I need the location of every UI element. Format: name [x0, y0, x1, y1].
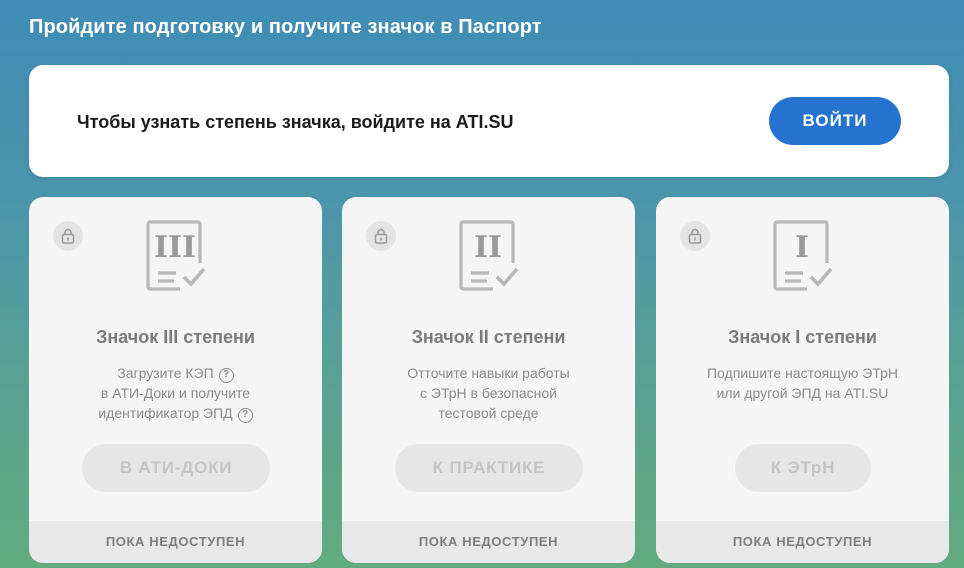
lock-icon: [680, 221, 710, 251]
badge-roman-numeral: II: [473, 230, 503, 265]
badge-description: Отточите навыки работы с ЭТрН в безопасн…: [407, 365, 570, 421]
badge-title: Значок I степени: [728, 327, 877, 347]
help-icon[interactable]: ?: [218, 368, 234, 383]
help-icon[interactable]: ?: [237, 408, 253, 423]
badge-description: Подпишите настоящую ЭТрН или другой ЭПД …: [706, 365, 899, 401]
lock-icon: [53, 221, 83, 251]
status-bar: ПОКА НЕДОСТУПЕН: [29, 521, 322, 563]
login-prompt: Чтобы узнать степень значка, войдите на …: [77, 112, 514, 132]
ati-docs-button[interactable]: В АТИ-ДОКИ: [82, 444, 270, 492]
login-card: Чтобы узнать степень значка, войдите на …: [29, 65, 949, 177]
status-bar: ПОКА НЕДОСТУПЕН: [656, 521, 949, 563]
badge-card-3: III Значок III степени Загрузите КЭП? в …: [29, 197, 322, 563]
badge-card-1: I Значок I степени Подпишите настоящую Э…: [656, 197, 949, 563]
badge-roman-numeral: I: [794, 230, 810, 265]
badge-title: Значок III степени: [96, 327, 255, 347]
badge-roman-numeral: III: [153, 230, 197, 265]
lock-icon: [366, 221, 396, 251]
status-bar: ПОКА НЕДОСТУПЕН: [342, 521, 635, 563]
practice-button[interactable]: К ПРАКТИКЕ: [395, 444, 583, 492]
badge-description: Загрузите КЭП? в АТИ-Доки и получите иде…: [29, 363, 322, 423]
page-title: Пройдите подготовку и получите значок в …: [29, 16, 542, 38]
badge-card-2: II Значок II степени Отточите навыки раб…: [342, 197, 635, 563]
badge-title: Значок II степени: [411, 327, 566, 347]
etrn-button[interactable]: К ЭТрН: [735, 444, 871, 492]
login-button[interactable]: ВОЙТИ: [769, 97, 901, 145]
